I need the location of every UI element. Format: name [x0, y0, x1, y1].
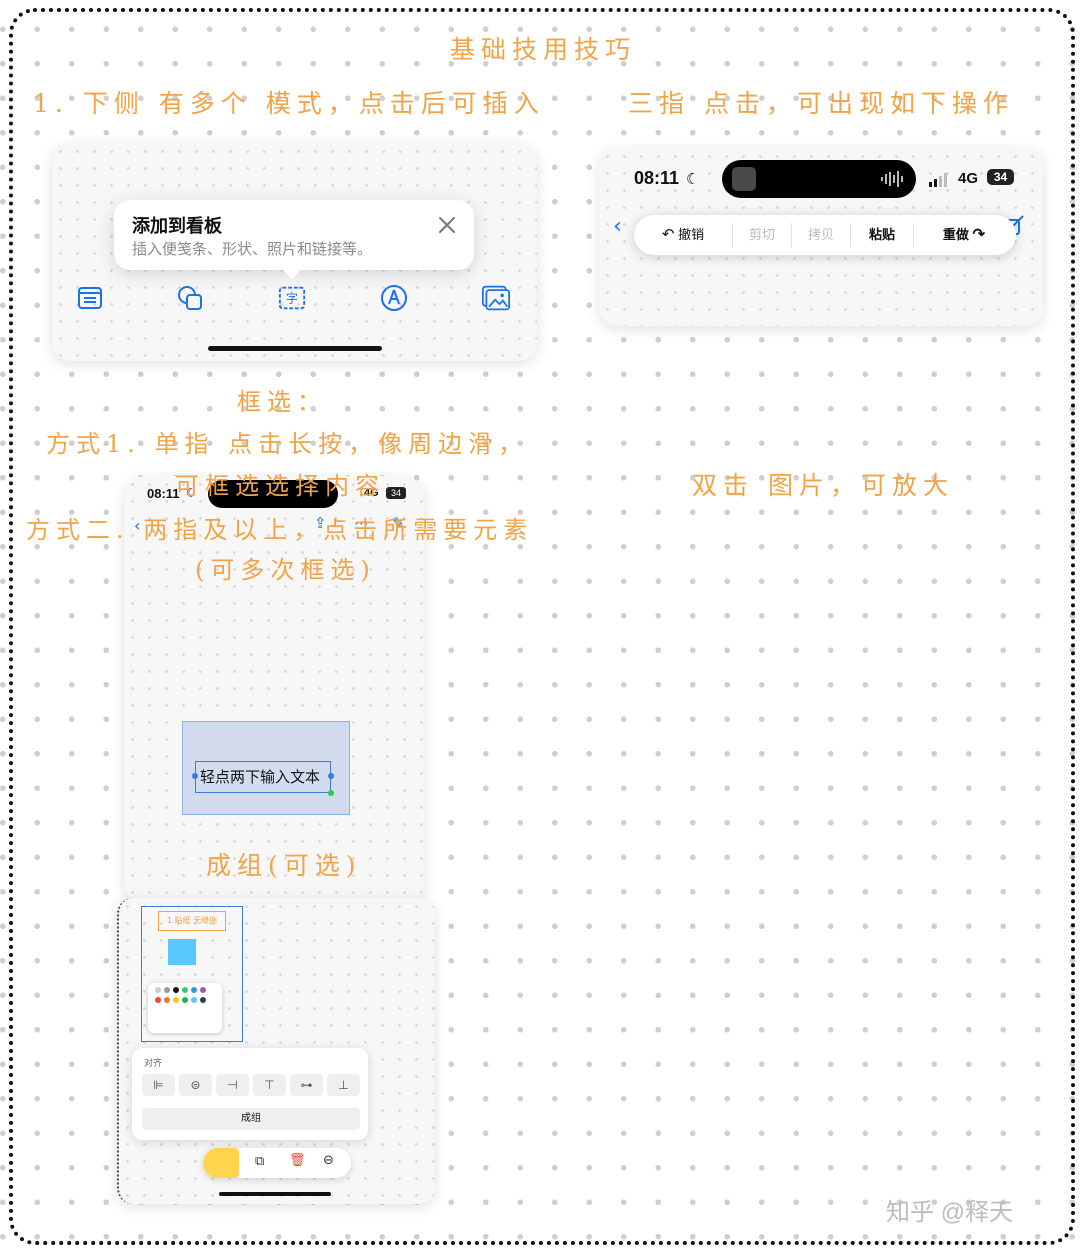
align-label: 对齐 [144, 1058, 163, 1068]
note-select-title: 框选： [237, 388, 327, 416]
redo-icon: ↷ [972, 226, 986, 243]
battery-indicator: 34 [987, 169, 1014, 185]
align-buttons: ⊫ ⊜ ⊣ ⊤ ⊶ ⊥ [142, 1074, 360, 1096]
moon-icon: ☾ [686, 170, 700, 188]
resize-handle[interactable] [328, 790, 334, 796]
note-insert-modes: 1. 下侧 有多个 模式，点击后可插入 [33, 89, 545, 118]
copy-button[interactable]: 拷贝 [792, 215, 850, 255]
note-select-way1-line1: 方式1. 单指 点击长按，像周边滑， [46, 430, 529, 458]
more-icon[interactable]: ⊖ [323, 1153, 334, 1168]
undo-icon: ↶ [661, 226, 675, 243]
waveform-icon [880, 169, 906, 193]
note-select-way1-line2: 可框选选择内容 [175, 472, 385, 500]
shapes-icon[interactable] [176, 284, 204, 312]
popover-subtitle: 插入便笺条、形状、照片和链接等。 [132, 241, 373, 258]
align-right-icon[interactable]: ⊣ [216, 1074, 249, 1096]
cut-button[interactable]: 剪切 [733, 215, 791, 255]
undo-label: 撤销 [678, 227, 705, 242]
text-box[interactable]: 轻点两下输入文本 [192, 761, 334, 796]
popover-title: 添加到看板 [132, 216, 222, 236]
dynamic-island [722, 160, 916, 198]
align-panel: 对齐 ⊫ ⊜ ⊣ ⊤ ⊶ ⊥ 成组 [132, 1048, 368, 1140]
note-double-tap: 双击 图片，可放大 [692, 471, 954, 500]
paste-button[interactable]: 粘贴 [851, 215, 913, 255]
network-type: 4G [958, 170, 979, 187]
mini-color-palette [148, 983, 222, 1033]
highlight-marker [203, 1148, 239, 1178]
status-time: 08:11 [634, 168, 680, 188]
group-button[interactable]: 成组 [142, 1108, 360, 1130]
home-indicator [219, 1192, 331, 1196]
undo-button[interactable]: ↶ 撤销 [634, 215, 732, 255]
signal-icon [929, 172, 951, 191]
align-center-icon[interactable]: ⊜ [179, 1074, 212, 1096]
mini-note: 1.贴纸 无缝拖 [158, 911, 226, 931]
album-art-icon [732, 167, 756, 191]
align-top-icon[interactable]: ⊤ [253, 1074, 286, 1096]
resize-handle[interactable] [328, 773, 334, 779]
home-indicator [208, 346, 382, 351]
object-toolbar: ⧉ 🗑 ⊖ [203, 1148, 351, 1178]
note-select-way2-line1: 方式二. 两指及以上，点击所需要元素 [26, 516, 534, 544]
photos-icon[interactable] [482, 284, 510, 312]
note-group: 成组(可选) [206, 851, 362, 880]
back-chevron-icon[interactable]: ‹ [613, 214, 622, 239]
popover-pointer [282, 268, 302, 280]
group-screenshot: 1.贴纸 无缝拖 对齐 ⊫ ⊜ ⊣ ⊤ ⊶ ⊥ 成组 ⧉ 🗑 ⊖ [117, 898, 435, 1204]
pen-icon[interactable] [380, 284, 408, 312]
text-box-placeholder: 轻点两下输入文本 [200, 769, 321, 786]
redo-label: 重做 [942, 227, 969, 242]
svg-text:字: 字 [286, 291, 298, 306]
text-box-icon[interactable]: 字 [278, 284, 306, 312]
align-middle-icon[interactable]: ⊶ [290, 1074, 323, 1096]
mini-square-shape [168, 939, 196, 965]
align-bottom-icon[interactable]: ⊥ [327, 1074, 360, 1096]
edit-menu-screenshot: 08:11 ☾ 4G 34 ‹ ↶ 撤销 剪切 拷贝 粘贴 重做 ↷ [599, 148, 1043, 326]
duplicate-icon[interactable]: ⧉ [255, 1154, 264, 1169]
close-icon[interactable] [436, 214, 458, 236]
note-icon[interactable] [76, 284, 104, 312]
note-select-way2-line2: (可多次框选) [195, 556, 376, 584]
edit-menu: ↶ 撤销 剪切 拷贝 粘贴 重做 ↷ [634, 215, 1016, 255]
battery-indicator: 34 [386, 487, 406, 499]
add-to-board-screenshot: 添加到看板 插入便笺条、形状、照片和链接等。 字 [52, 143, 537, 361]
resize-handle[interactable] [192, 773, 198, 779]
watermark: 知乎 @释天 [886, 1199, 1014, 1226]
trash-icon[interactable]: 🗑 [289, 1153, 306, 1168]
selection-rectangle[interactable]: 轻点两下输入文本 [182, 721, 350, 815]
add-to-board-popover: 添加到看板 插入便笺条、形状、照片和链接等。 [114, 200, 474, 280]
redo-button[interactable]: 重做 ↷ [914, 215, 1014, 255]
group-selection[interactable]: 1.贴纸 无缝拖 [141, 906, 243, 1042]
note-three-finger: 三指 点击，可出现如下操作 [628, 89, 1014, 118]
align-left-icon[interactable]: ⊫ [142, 1074, 175, 1096]
page-title: 基础技用技巧 [450, 35, 637, 64]
